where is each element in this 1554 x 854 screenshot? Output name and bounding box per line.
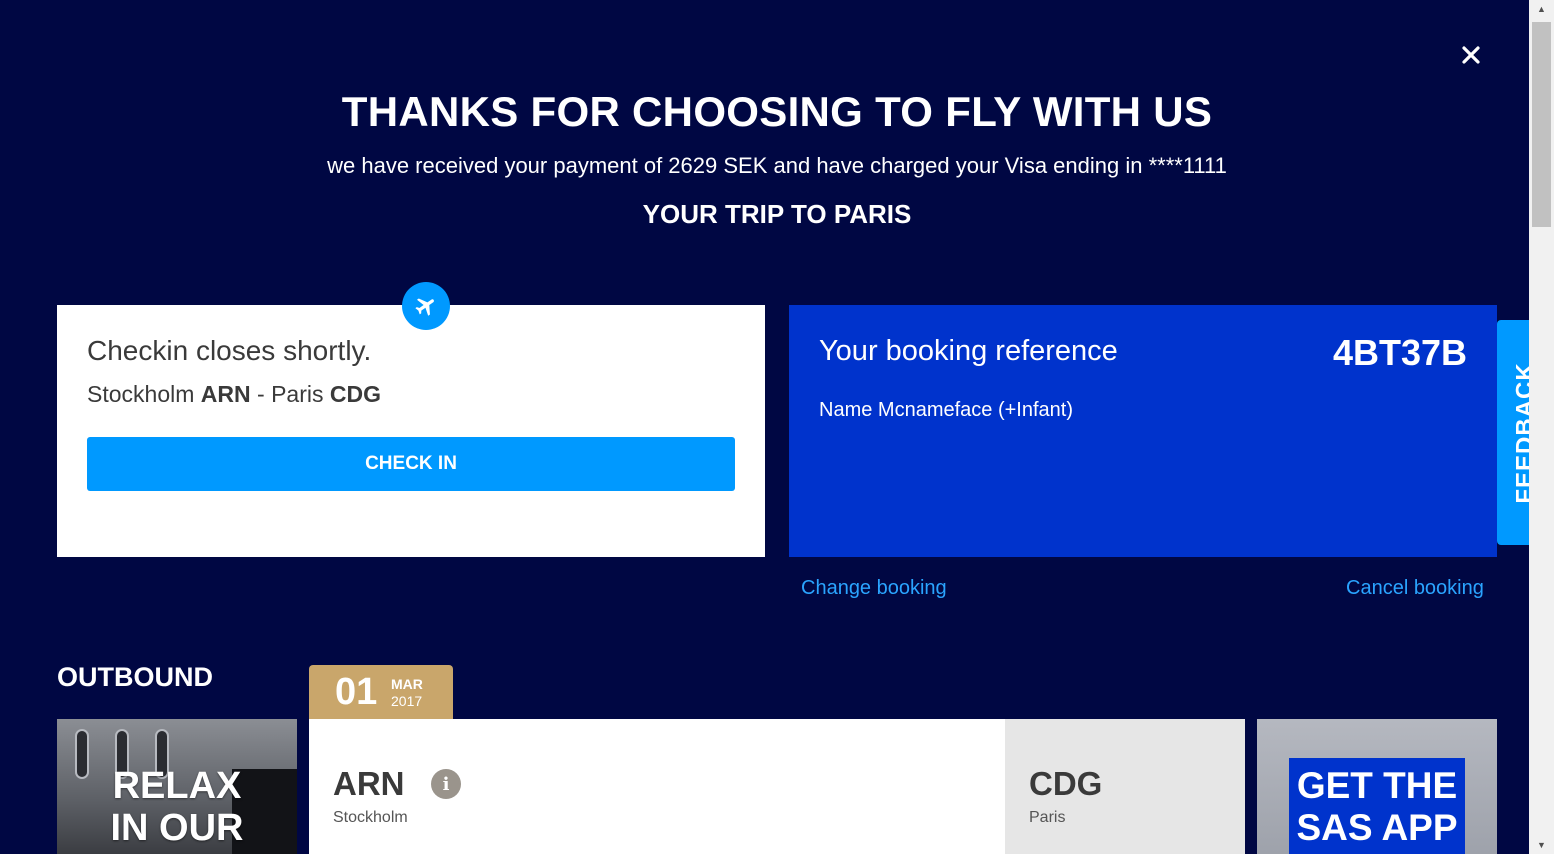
lounge-promo-banner[interactable]: RELAX IN OUR xyxy=(57,719,297,854)
route-summary: Stockholm ARN - Paris CDG xyxy=(87,381,381,408)
passenger-name: Name Mcnameface (+Infant) xyxy=(819,399,1073,421)
date-year: 2017 xyxy=(391,693,423,709)
check-in-button[interactable]: CHECK IN xyxy=(87,437,735,491)
arrival-city: Paris xyxy=(1029,809,1066,826)
date-month: MAR xyxy=(391,676,423,692)
close-button[interactable] xyxy=(1454,38,1488,72)
promo-line: SAS APP xyxy=(1296,807,1458,848)
promo-line: RELAX xyxy=(112,765,242,807)
scroll-down-arrow-icon[interactable]: ▼ xyxy=(1529,836,1554,854)
trip-title: YOUR TRIP TO PARIS xyxy=(642,199,912,229)
app-promo-banner[interactable]: GET THE SAS APP xyxy=(1257,719,1497,854)
promo-line: GET THE xyxy=(1296,765,1458,806)
date-day: 01 xyxy=(335,671,378,713)
info-icon[interactable]: i xyxy=(431,769,461,799)
departure-airport-code: ARN xyxy=(333,765,405,802)
outbound-heading: OUTBOUND xyxy=(57,662,213,692)
lounge-promo-text: RELAX IN OUR xyxy=(57,765,297,849)
promo-line: IN OUR xyxy=(110,807,244,849)
app-promo-text: GET THE SAS APP xyxy=(1289,765,1465,849)
destination-city: Paris xyxy=(271,381,324,407)
change-booking-link[interactable]: Change booking xyxy=(801,577,947,600)
checkin-card: Checkin closes shortly. Stockholm ARN - … xyxy=(57,305,765,557)
arrival-panel: CDG Paris xyxy=(1005,719,1245,854)
route-separator: - xyxy=(257,381,272,407)
vertical-scrollbar[interactable]: ▲ ▼ xyxy=(1529,0,1554,854)
scroll-up-arrow-icon[interactable]: ▲ xyxy=(1529,0,1554,18)
origin-code: ARN xyxy=(200,381,251,407)
arrival-airport-code: CDG xyxy=(1029,765,1103,802)
scrollbar-thumb[interactable] xyxy=(1532,22,1551,227)
booking-reference-card: Your booking reference 4BT37B Name Mcnam… xyxy=(789,305,1497,557)
confirmation-page: THANKS FOR CHOOSING TO FLY WITH US we ha… xyxy=(0,0,1529,854)
booking-reference-label: Your booking reference xyxy=(819,335,1118,367)
flight-date-tab: 01 MAR 2017 xyxy=(309,665,453,719)
booking-reference-code: 4BT37B xyxy=(1332,332,1467,373)
checkin-message: Checkin closes shortly. xyxy=(87,335,372,366)
airplane-icon xyxy=(402,282,450,330)
outbound-flight-card[interactable]: ARN i Stockholm xyxy=(309,719,1005,854)
cancel-booking-link[interactable]: Cancel booking xyxy=(1346,577,1484,600)
departure-city: Stockholm xyxy=(333,809,408,826)
destination-code: CDG xyxy=(329,381,381,407)
page-title: THANKS FOR CHOOSING TO FLY WITH US xyxy=(341,88,1213,135)
close-icon xyxy=(1462,46,1480,64)
origin-city: Stockholm xyxy=(87,381,195,407)
payment-confirmation-text: we have received your payment of 2629 SE… xyxy=(327,153,1227,178)
